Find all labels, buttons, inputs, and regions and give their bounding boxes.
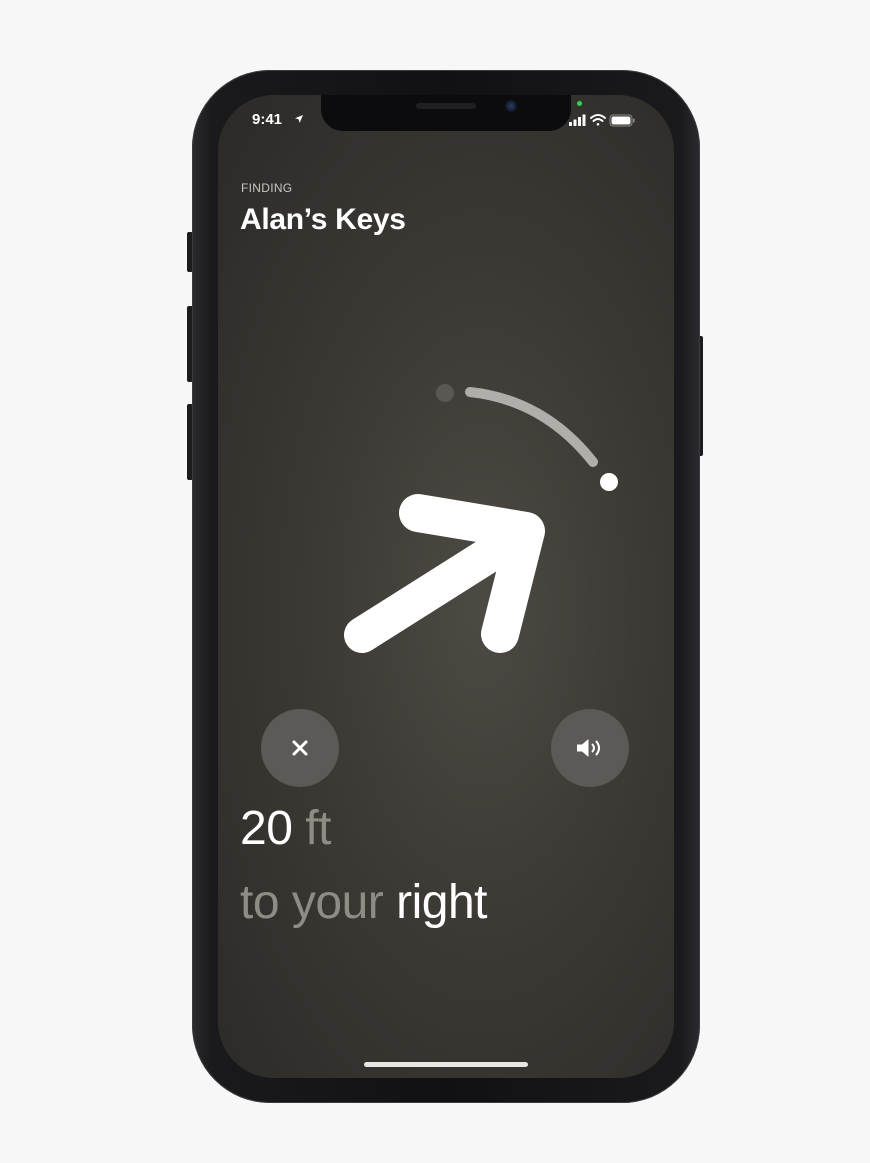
direction-prefix: to your (240, 876, 384, 929)
close-icon (292, 740, 308, 756)
distance-unit: ft (305, 802, 331, 855)
distance-value: 20 (240, 802, 293, 855)
play-sound-button[interactable] (551, 709, 629, 787)
direction-word: right (396, 876, 487, 929)
target-heading-dot (600, 473, 618, 491)
direction-indicator (344, 384, 618, 653)
speaker-icon (577, 739, 600, 757)
phone-heading-dot (436, 384, 454, 402)
precision-finding-screen: 9:41 FINDING Alan’s Keys 20 ft to your r… (218, 95, 674, 1078)
distance-readout: 20 ft (240, 801, 331, 856)
close-button[interactable] (261, 709, 339, 787)
heading-arc (465, 387, 598, 467)
direction-readout: to your right (240, 875, 487, 930)
direction-arrow-icon (344, 494, 545, 653)
home-indicator[interactable] (364, 1062, 528, 1067)
